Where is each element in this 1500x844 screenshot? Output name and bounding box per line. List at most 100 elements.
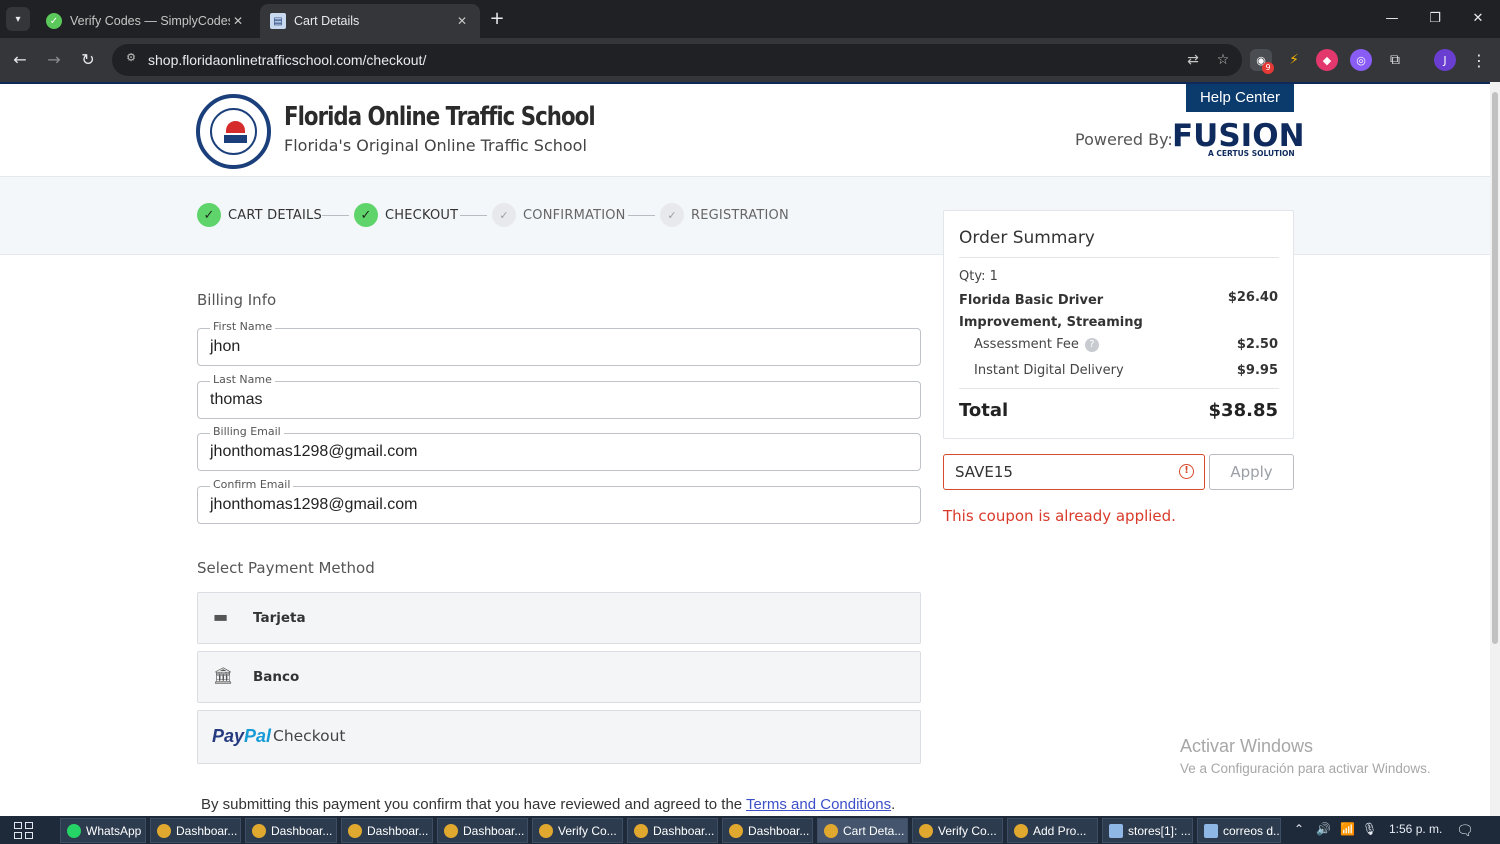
close-tab-icon[interactable]: ✕ [454,13,470,29]
taskbar-item-label: Add Pro... [1033,823,1087,838]
payment-option-label: Tarjeta [253,610,306,626]
billing-email-field[interactable]: Billing Email jhonthomas1298@gmail.com [197,425,921,471]
coupon-value[interactable]: SAVE15 [955,463,1013,481]
error-alert-icon: ! [1179,464,1194,479]
bookmark-star-icon[interactable]: ☆ [1212,49,1234,71]
taskbar-item[interactable]: stores[1]: ... [1102,818,1193,843]
field-value[interactable]: jhonthomas1298@gmail.com [210,443,417,461]
extension-shield-icon[interactable]: ◆ [1316,49,1338,71]
minimize-icon[interactable]: — [1382,9,1402,29]
extensions-puzzle-icon[interactable]: ⧉ [1384,49,1406,71]
check-icon: ✓ [197,203,221,227]
consent-period: . [891,796,896,813]
billing-info-heading: Billing Info [197,291,277,309]
scrollbar-thumb[interactable] [1492,92,1498,644]
tab-cart-details[interactable]: ▤ Cart Details ✕ [260,4,480,38]
step-registration: ✓ REGISTRATION [660,203,789,227]
chrome-icon [157,823,171,838]
credit-card-icon: ▬ [213,607,229,626]
windows-taskbar: WhatsApp Dashboar... Dashboar... Dashboar..… [0,816,1500,844]
taskbar-item[interactable]: WhatsApp [60,818,146,843]
translate-icon[interactable]: ⇄ [1182,49,1204,71]
payment-option-tarjeta[interactable]: ▬ Tarjeta [197,592,921,644]
taskbar-item[interactable]: Dashboar... [245,818,337,843]
chrome-icon [824,823,838,838]
delivery-fee-label: Instant Digital Delivery [974,363,1124,378]
simplycodes-favicon-icon: ✓ [46,13,62,29]
notepad-icon [1204,823,1218,838]
confirm-email-field[interactable]: Confirm Email jhonthomas1298@gmail.com [197,478,921,524]
step-cart-details: ✓ CART DETAILS [197,203,322,227]
restore-icon[interactable]: ❐ [1425,9,1445,29]
address-bar[interactable]: ⚙ shop.floridaonlinetrafficschool.com/ch… [112,44,1242,76]
checkout-page: Florida Online Traffic School Florida's … [0,82,1490,816]
extension-lightning-icon[interactable]: ⚡ [1283,49,1305,71]
taskbar-item[interactable]: Verify Co... [912,818,1003,843]
check-icon: ✓ [492,203,516,227]
apply-coupon-button[interactable]: Apply [1209,454,1294,490]
taskbar-item[interactable]: Dashboar... [341,818,433,843]
paypal-pal-text: Pal [244,726,272,746]
seal-dome-icon [226,121,245,133]
taskbar-item[interactable]: Dashboar... [627,818,718,843]
taskbar-item[interactable]: Verify Co... [532,818,623,843]
last-name-field[interactable]: Last Name thomas [197,373,921,419]
taskbar-item[interactable]: Dashboar... [150,818,241,843]
close-window-icon[interactable]: ✕ [1468,9,1488,29]
url-text[interactable]: shop.floridaonlinetrafficschool.com/chec… [148,52,1182,68]
site-info-icon[interactable]: ⚙ [122,51,140,69]
brand-title[interactable]: Florida Online Traffic School [284,102,596,132]
close-tab-icon[interactable]: ✕ [230,13,246,29]
new-tab-button[interactable]: + [486,8,508,30]
product-name: Florida Basic Driver Improvement, Stream… [959,293,1143,330]
taskbar-item[interactable]: Add Pro... [1007,818,1098,843]
volume-icon[interactable]: 🔊 [1316,822,1331,836]
step-connector [628,215,655,216]
field-label: Last Name [210,373,275,386]
extension-purple-icon[interactable]: ◎ [1350,49,1372,71]
forward-icon[interactable]: → [42,48,66,72]
chrome-icon [919,823,933,838]
help-center-button[interactable]: Help Center [1186,84,1294,112]
microphone-icon[interactable]: 🎙 [1362,822,1377,836]
payment-method-heading: Select Payment Method [197,559,375,577]
tab-verify-codes[interactable]: ✓ Verify Codes — SimplyCodes ✕ [36,4,256,38]
wifi-icon[interactable]: 📶 [1340,822,1355,836]
payment-option-paypal[interactable]: PayPal Checkout [197,710,921,764]
taskbar-item[interactable]: Dashboar... [437,818,528,843]
profile-avatar[interactable]: J [1434,49,1456,71]
first-name-field[interactable]: First Name jhon [197,320,921,366]
taskbar-item-label: Dashboar... [367,823,429,838]
order-summary-title: Order Summary [959,228,1095,248]
browser-menu-icon[interactable]: ⋮ [1468,49,1490,71]
start-icon[interactable] [14,822,34,840]
back-icon[interactable]: ← [8,48,32,72]
taskbar-clock[interactable]: 1:56 p. m. [1389,822,1442,836]
paypal-checkout-label: Checkout [273,727,346,745]
taskbar-item[interactable]: correos d... [1197,818,1281,843]
page-favicon-icon: ▤ [270,13,286,29]
whatsapp-icon [67,823,81,838]
reload-icon[interactable]: ↻ [76,48,100,72]
tab-search-button[interactable]: ▾ [6,7,30,31]
field-value[interactable]: jhonthomas1298@gmail.com [210,496,417,514]
assessment-fee-price: $2.50 [1236,337,1278,352]
step-label: REGISTRATION [691,207,789,223]
coupon-input[interactable]: SAVE15 ! [943,454,1205,490]
field-value[interactable]: thomas [210,391,262,409]
american-safety-council-logo[interactable] [196,94,271,169]
paypal-pay-text: Pay [212,726,245,746]
payment-option-banco[interactable]: 🏛 Banco [197,651,921,703]
browser-tab-bar: ▾ ✓ Verify Codes — SimplyCodes ✕ ▤ Cart … [0,0,1500,38]
payment-option-label: Banco [253,669,300,685]
notification-icon[interactable]: 🗨 [1456,822,1474,839]
terms-and-conditions-link[interactable]: Terms and Conditions [746,796,891,813]
field-value[interactable]: jhon [210,338,240,356]
taskbar-item[interactable]: Cart Deta... [817,818,908,843]
show-hidden-icons[interactable]: ⌃ [1294,822,1304,836]
help-question-icon[interactable]: ? [1084,337,1099,352]
taskbar-item[interactable]: Dashboar... [722,818,813,843]
delivery-fee-price: $9.95 [1236,363,1278,378]
step-confirmation: ✓ CONFIRMATION [492,203,626,227]
page-scrollbar[interactable] [1490,82,1500,816]
